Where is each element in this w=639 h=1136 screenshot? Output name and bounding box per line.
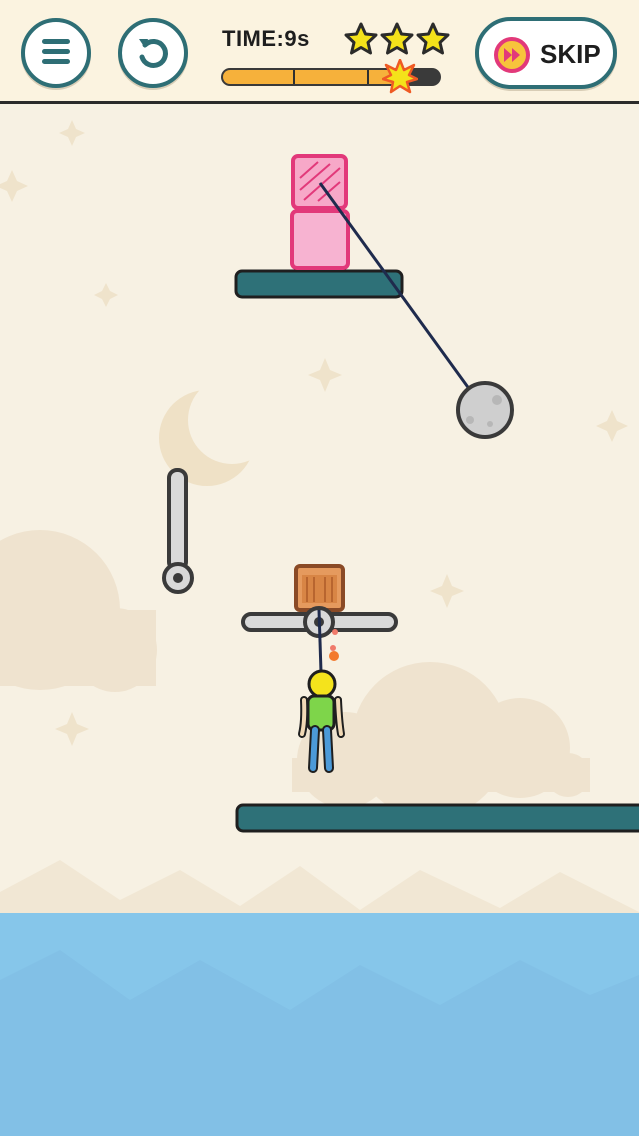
fuse-burst-icon [382,59,418,94]
game-scene [0,104,639,1136]
restart-arrow-icon [139,39,168,68]
restart-button[interactable] [118,18,188,88]
time-progress-bar [221,59,441,94]
skip-label: SKIP [540,39,601,69]
upper-platform [234,269,404,299]
wrecking-ball[interactable] [456,381,514,439]
star-icon [416,22,450,55]
top-hud: TIME:9s SKIP [0,0,639,104]
progress-tick [293,70,295,84]
wooden-crate[interactable] [294,564,345,612]
skip-button[interactable]: SKIP [475,17,617,89]
progress-tick [367,70,369,84]
hamburger-menu-icon [42,39,70,69]
pink-block-striped[interactable] [291,154,348,210]
star-icon [380,22,414,55]
time-progress-fill [223,70,400,84]
pink-block[interactable] [290,209,350,270]
water [0,913,639,1136]
star-rating [344,22,454,56]
fast-forward-icon [494,37,530,73]
menu-button[interactable] [21,18,91,88]
time-label: TIME:9s [222,26,310,51]
star-icon [344,22,378,55]
vertical-pin[interactable] [162,468,194,594]
lower-platform [235,803,639,833]
